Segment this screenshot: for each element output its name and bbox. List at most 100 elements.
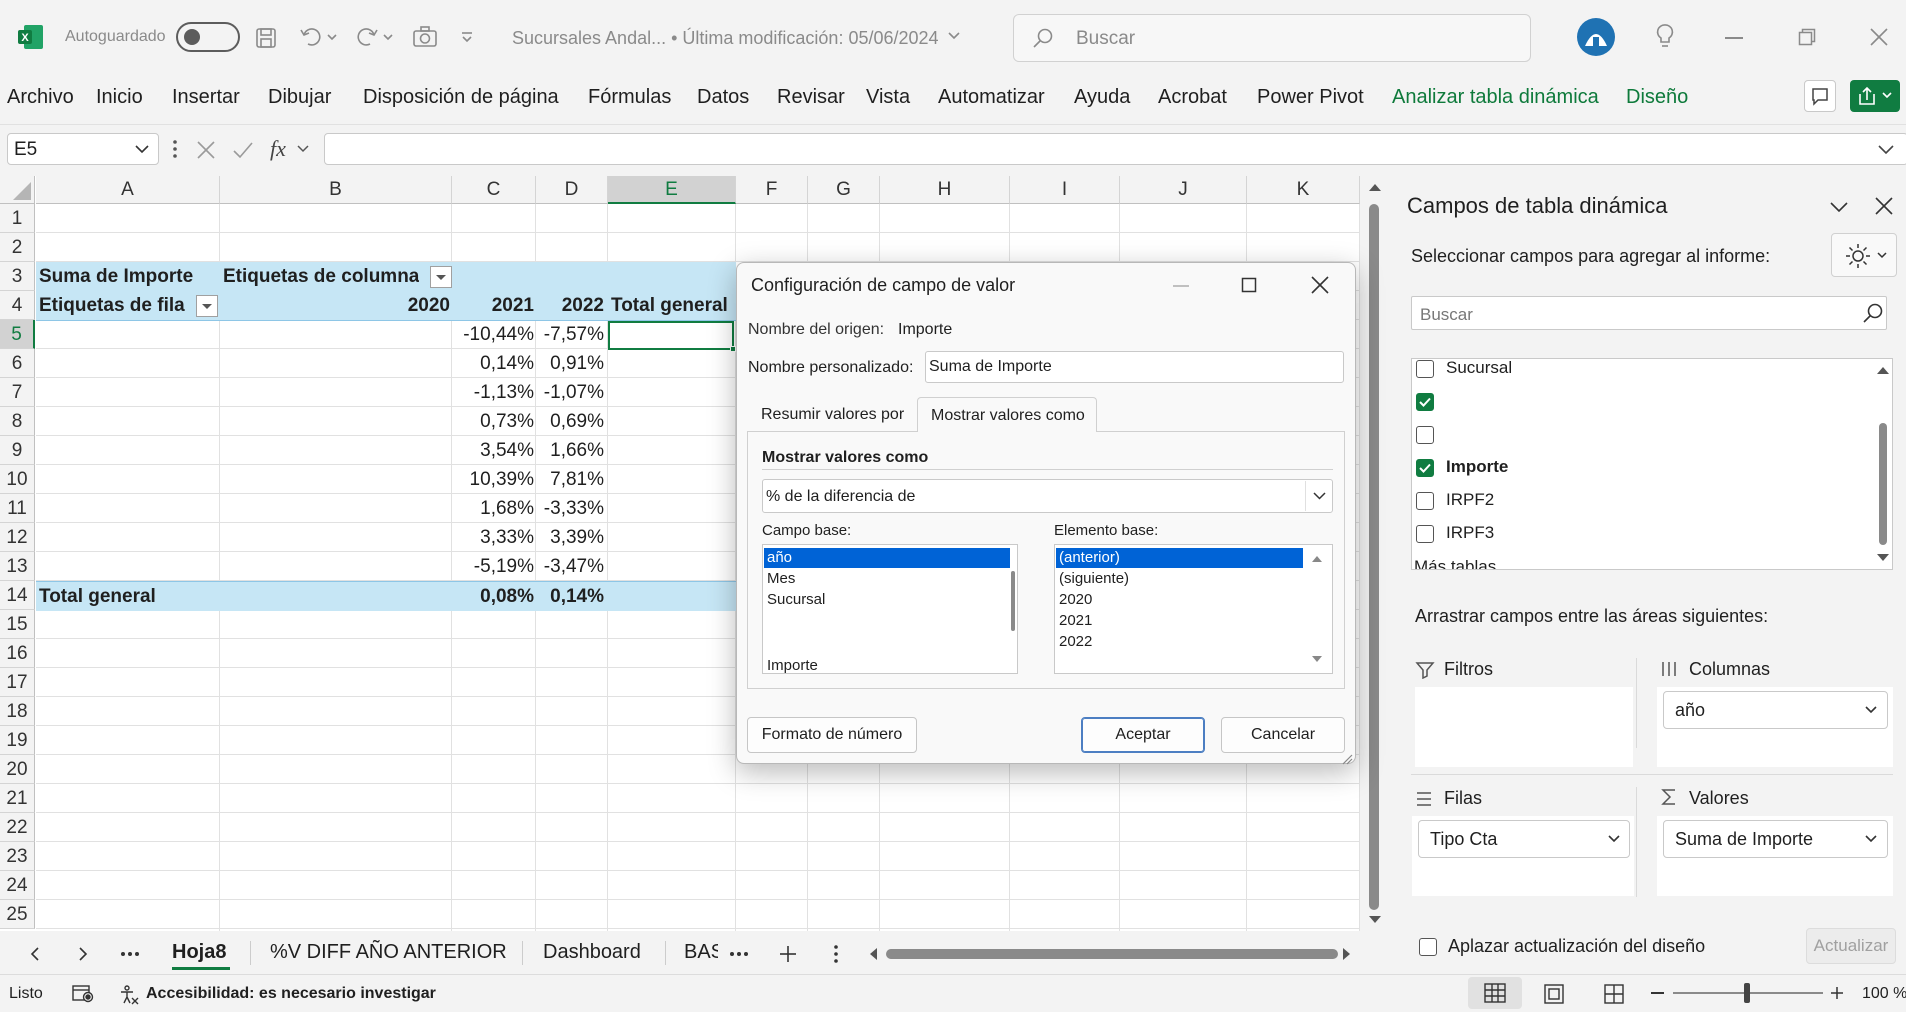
cancel-formula-icon[interactable] [196, 140, 216, 160]
pivot-cell-2021[interactable]: 10,39% [452, 465, 534, 494]
base-field-item[interactable]: año [767, 549, 792, 566]
dialog-maximize-icon[interactable] [1241, 277, 1257, 293]
show-values-as-select[interactable]: % de la diferencia de [762, 479, 1333, 513]
hscroll-thumb[interactable] [886, 949, 1338, 959]
close-window-icon[interactable] [1870, 28, 1888, 46]
base-item-item[interactable]: 2021 [1059, 612, 1092, 629]
row-header-18[interactable]: 18 [0, 697, 35, 726]
base-item-item[interactable]: 2020 [1059, 591, 1092, 608]
comments-button[interactable] [1804, 80, 1836, 112]
page-break-view-icon[interactable] [1603, 983, 1625, 1005]
accessibility-icon[interactable] [118, 984, 140, 1006]
pivot-cell-2021[interactable]: -1,13% [452, 378, 534, 407]
tab-inicio[interactable]: Inicio [96, 86, 143, 109]
formula-input[interactable] [324, 133, 1906, 165]
title-chevron-icon[interactable] [947, 31, 961, 41]
tab-ayuda[interactable]: Ayuda [1074, 86, 1130, 109]
filters-drop-zone[interactable] [1415, 687, 1633, 767]
add-sheet-icon[interactable] [778, 944, 798, 964]
column-header-i[interactable]: I [1010, 176, 1120, 204]
next-sheet-icon[interactable] [77, 946, 89, 962]
sheet-tab-hoja8[interactable]: Hoja8 [172, 941, 226, 964]
chevron-down-icon[interactable] [134, 143, 150, 155]
pivot-cell-2022[interactable]: 0,91% [536, 349, 604, 378]
hscroll-right-icon[interactable] [1342, 947, 1352, 961]
pivot-cell-2022[interactable]: -3,47% [536, 552, 604, 581]
column-header-b[interactable]: B [220, 176, 452, 204]
field-list[interactable]: Sucursal Importe IRPF2 IRPF3 Más tablas [1411, 358, 1893, 570]
prev-sheet-icon[interactable] [29, 946, 41, 962]
active-cell-e5[interactable] [608, 321, 734, 350]
pane-close-icon[interactable] [1875, 197, 1893, 215]
expand-formula-icon[interactable] [1877, 143, 1895, 155]
pivot-total-2021[interactable]: 0,08% [460, 582, 534, 611]
pivot-cell-2022[interactable]: 7,81% [536, 465, 604, 494]
chevron-down-icon[interactable] [1864, 834, 1878, 844]
undo-icon[interactable] [298, 25, 338, 49]
tab-power-pivot[interactable]: Power Pivot [1257, 86, 1364, 109]
customize-toolbar-icon[interactable] [460, 30, 474, 44]
sheet-list-more-icon[interactable] [120, 951, 140, 957]
vscroll-thumb[interactable] [1369, 204, 1379, 910]
tab-archivo[interactable]: Archivo [7, 86, 74, 109]
row-header-11[interactable]: 11 [0, 494, 35, 523]
tab-insertar[interactable]: Insertar [172, 86, 240, 109]
pivot-cell-2021[interactable]: 0,14% [452, 349, 534, 378]
row-header-17[interactable]: 17 [0, 668, 35, 697]
save-icon[interactable] [254, 26, 278, 50]
camera-icon[interactable] [412, 26, 438, 48]
tab-summarize-values[interactable]: Resumir valores por [747, 397, 919, 431]
row-header-21[interactable]: 21 [0, 784, 35, 813]
share-button[interactable] [1850, 80, 1900, 112]
select-all-corner[interactable] [0, 176, 35, 204]
pivot-column-labels[interactable]: Etiquetas de columna [223, 262, 419, 291]
document-title[interactable]: Sucursales Andal... • Última modificació… [512, 28, 939, 49]
base-item-scroll-up-icon[interactable] [1311, 553, 1323, 563]
pane-options-chevron-icon[interactable] [1829, 200, 1849, 214]
row-labels-filter-button[interactable] [196, 295, 218, 317]
pivot-total-row-label[interactable]: Total general [39, 582, 156, 611]
hscroll-left-icon[interactable] [868, 947, 878, 961]
tab-dibujar[interactable]: Dibujar [268, 86, 331, 109]
column-header-j[interactable]: J [1120, 176, 1247, 204]
column-header-a[interactable]: A [36, 176, 220, 204]
field-label[interactable]: IRPF3 [1446, 523, 1494, 543]
row-header-5[interactable]: 5 [0, 320, 35, 349]
dialog-close-icon[interactable] [1311, 276, 1329, 294]
column-header-h[interactable]: H [880, 176, 1010, 204]
row-header-4[interactable]: 4 [0, 291, 35, 320]
row-header-1[interactable]: 1 [0, 204, 35, 233]
confirm-formula-icon[interactable] [232, 140, 254, 160]
insert-function-icon[interactable]: fx [268, 136, 314, 162]
pivot-year-2022[interactable]: 2022 [540, 291, 604, 320]
ok-button[interactable]: Aceptar [1081, 717, 1205, 753]
minimize-icon[interactable] [1725, 37, 1743, 39]
row-header-9[interactable]: 9 [0, 436, 35, 465]
base-field-scrollbar-thumb[interactable] [1011, 571, 1015, 631]
row-header-24[interactable]: 24 [0, 871, 35, 900]
row-header-7[interactable]: 7 [0, 378, 35, 407]
row-header-25[interactable]: 25 [0, 900, 35, 929]
tab-acrobat[interactable]: Acrobat [1158, 86, 1227, 109]
pivot-cell-2022[interactable]: -7,57% [536, 320, 604, 349]
sheet-tab-dashboard[interactable]: Dashboard [543, 941, 641, 964]
field-label[interactable]: Sucursal [1446, 359, 1512, 378]
pivot-sum-label[interactable]: Suma de Importe [39, 262, 193, 291]
custom-name-input[interactable]: Suma de Importe [925, 351, 1344, 383]
row-header-12[interactable]: 12 [0, 523, 35, 552]
base-field-item[interactable]: Sucursal [767, 591, 825, 608]
row-header-16[interactable]: 16 [0, 639, 35, 668]
more-sheets-icon[interactable] [729, 951, 749, 957]
lightbulb-icon[interactable] [1655, 23, 1675, 51]
sheet-options-icon[interactable] [833, 944, 839, 964]
field-checkbox[interactable] [1416, 459, 1434, 477]
base-item-scroll-down-icon[interactable] [1311, 655, 1323, 665]
zoom-out-icon[interactable] [1651, 992, 1664, 994]
sheet-tab-diff[interactable]: %V DIFF AÑO ANTERIOR [270, 941, 507, 964]
row-header-19[interactable]: 19 [0, 726, 35, 755]
column-labels-filter-button[interactable] [430, 266, 452, 288]
name-box[interactable]: E5 [7, 133, 159, 165]
field-scroll-thumb[interactable] [1879, 423, 1887, 545]
base-item-item[interactable]: (siguiente) [1059, 570, 1129, 587]
pivot-total-2022[interactable]: 0,14% [540, 582, 604, 611]
